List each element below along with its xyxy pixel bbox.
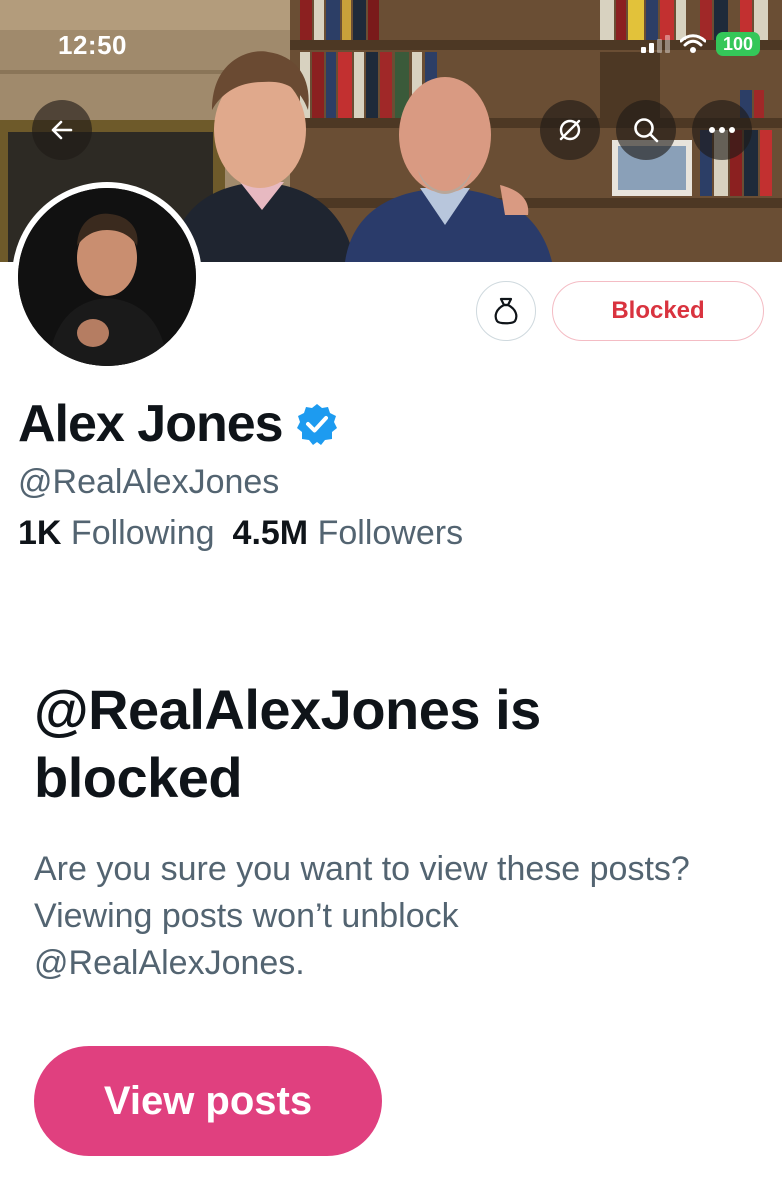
signal-icon <box>640 35 670 53</box>
wifi-icon <box>679 34 706 53</box>
tip-button[interactable] <box>476 281 536 341</box>
profile-handle: @RealAlexJones <box>18 463 280 501</box>
money-bag-icon <box>494 297 518 325</box>
profile-stats: 1K Following 4.5M Followers <box>18 514 463 553</box>
search-button[interactable] <box>616 100 676 160</box>
followers-label: Followers <box>317 514 464 552</box>
back-button[interactable] <box>32 100 92 160</box>
arrow-left-icon <box>51 120 73 140</box>
view-posts-button[interactable]: View posts <box>34 1046 382 1156</box>
translate-toggle-button[interactable] <box>540 100 600 160</box>
blocked-notice-description: Are you sure you want to view these post… <box>34 850 690 982</box>
following-link[interactable]: 1K Following <box>18 514 215 553</box>
blocked-button[interactable]: Blocked <box>552 281 764 341</box>
search-icon <box>634 118 659 143</box>
following-label: Following <box>70 514 215 552</box>
status-icons: 100 <box>640 32 760 56</box>
profile-name: Alex Jones <box>18 395 284 453</box>
following-count: 1K <box>18 514 62 552</box>
no-translate-icon <box>559 119 581 141</box>
verified-badge-icon[interactable] <box>295 402 339 446</box>
more-horizontal-icon <box>709 127 735 133</box>
more-button[interactable] <box>692 100 752 160</box>
blocked-notice-title: @RealAlexJones is blocked <box>34 678 541 809</box>
followers-link[interactable]: 4.5M Followers <box>233 514 464 553</box>
profile-avatar[interactable] <box>12 182 202 372</box>
followers-count: 4.5M <box>232 514 309 552</box>
profile-name-row: Alex Jones <box>18 394 339 454</box>
status-time: 12:50 <box>58 30 127 60</box>
battery-indicator: 100 <box>715 32 760 56</box>
avatar-photo <box>18 188 196 366</box>
